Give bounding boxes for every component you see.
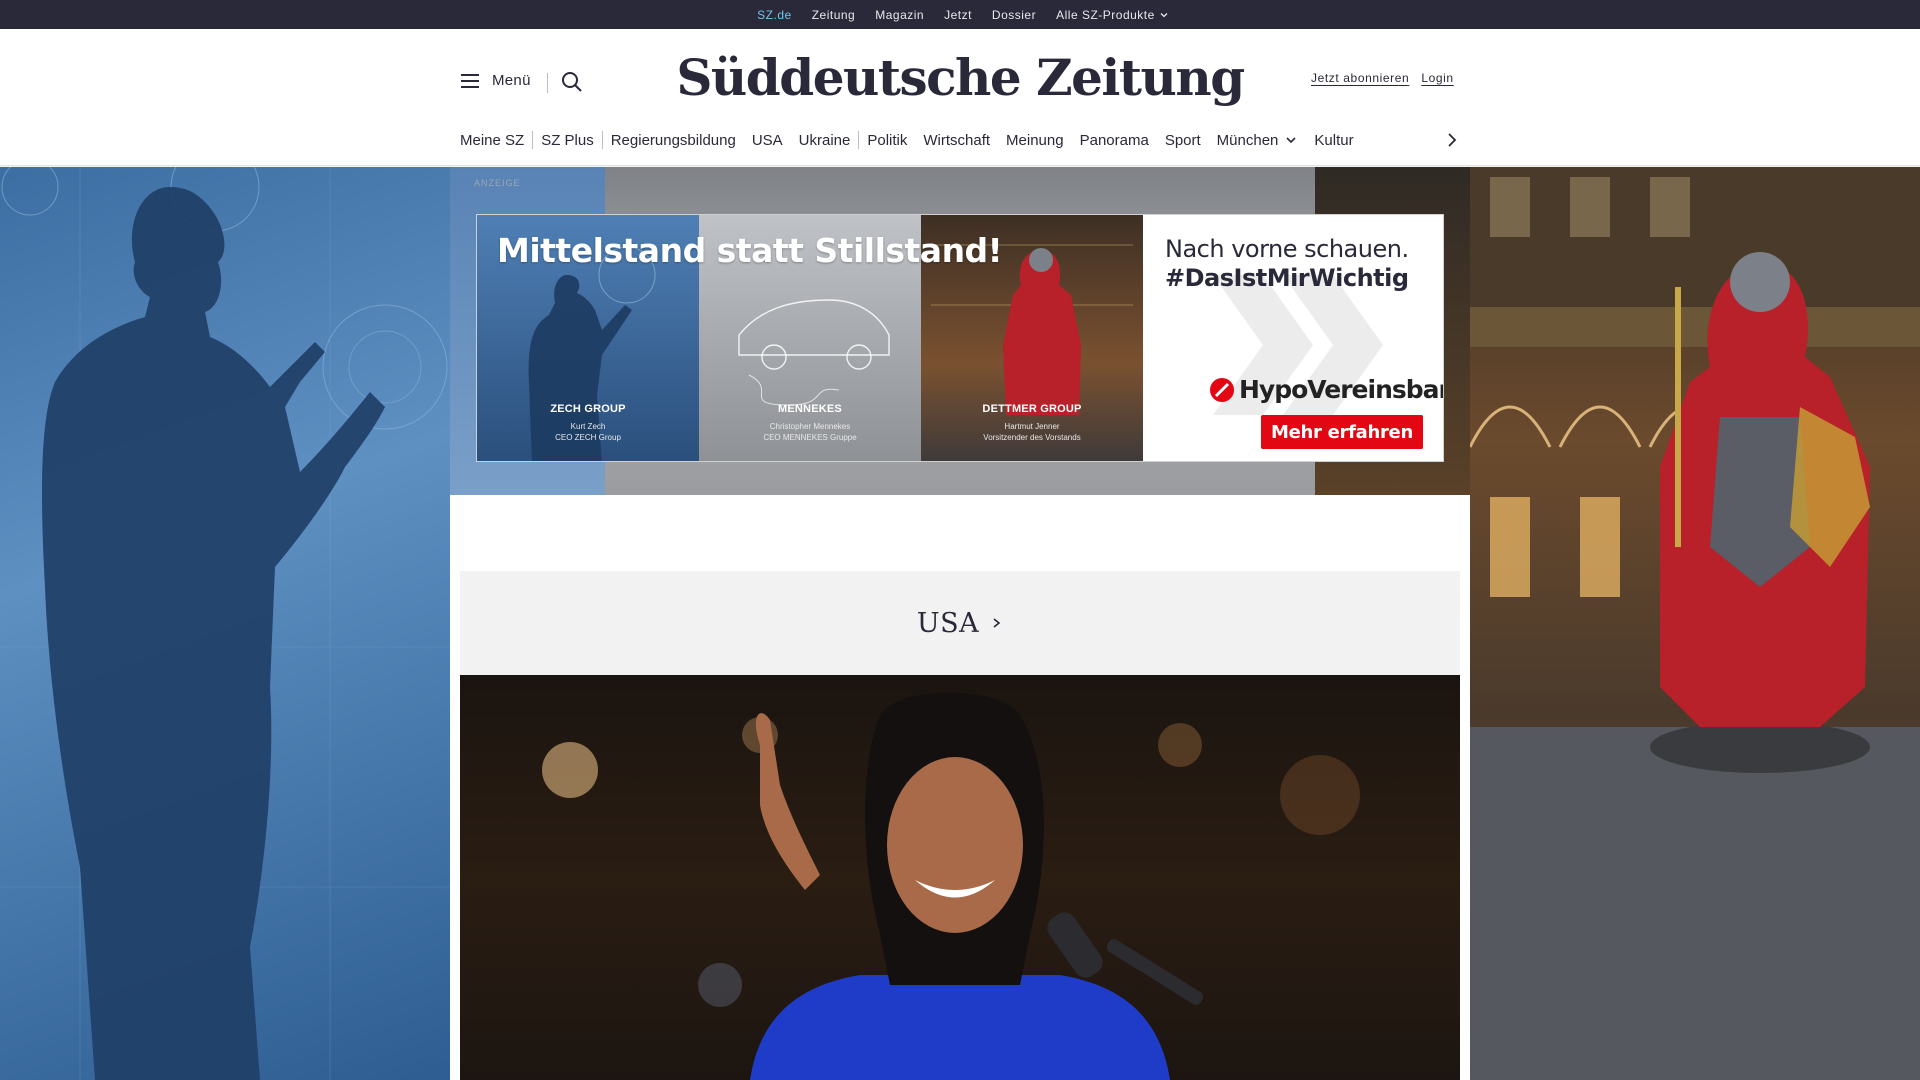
ad-brand-dettmer: DETTMER GROUP bbox=[982, 403, 1082, 415]
chevron-down-icon bbox=[1160, 12, 1168, 17]
nav-item-label: München bbox=[1216, 131, 1279, 149]
site-header: Menü Süddeutsche Zeitung Jetzt abonniere… bbox=[0, 29, 1920, 166]
product-link-label: Alle SZ-Produkte bbox=[1056, 7, 1155, 22]
nav-item-sz-plus[interactable]: SZ Plus bbox=[533, 132, 602, 149]
nav-item-politik[interactable]: Politik bbox=[859, 132, 915, 149]
ad-cta-button[interactable]: Mehr erfahren bbox=[1261, 415, 1423, 449]
product-link-label: Zeitung bbox=[811, 7, 856, 22]
hamburger-icon bbox=[461, 73, 479, 88]
ad-brand-mennekes: MENNEKES bbox=[778, 403, 842, 415]
skin-ad-left[interactable] bbox=[0, 167, 450, 1080]
menu-label: Menü bbox=[492, 72, 531, 89]
hero-photo bbox=[542, 692, 1360, 1080]
search-icon[interactable] bbox=[560, 70, 584, 94]
ad-headline: Mittelstand statt Stillstand! bbox=[497, 231, 1003, 270]
product-link-jetzt[interactable]: Jetzt bbox=[934, 8, 982, 22]
chevron-right-icon bbox=[993, 618, 1001, 628]
ad-brand-zech: ZECH GROUP bbox=[550, 403, 626, 415]
skin-ad-right[interactable] bbox=[1470, 167, 1920, 1080]
ad-person-title: Vorsitzender des Vorstands bbox=[983, 433, 1081, 442]
divider bbox=[547, 73, 548, 93]
nav-item-wirtschaft[interactable]: Wirtschaft bbox=[915, 132, 998, 149]
product-link-all-products[interactable]: Alle SZ-Produkte bbox=[1046, 8, 1179, 22]
product-link-magazin[interactable]: Magazin bbox=[865, 8, 934, 22]
chevron-right-icon[interactable] bbox=[1442, 130, 1462, 150]
main-nav: Meine SZ SZ Plus Regierungsbildung USA U… bbox=[460, 125, 1462, 155]
ad-person-mennekes: Christopher Mennekes CEO MENNEKES Gruppe bbox=[699, 421, 921, 443]
login-link[interactable]: Login bbox=[1421, 71, 1453, 85]
product-link-dossier[interactable]: Dossier bbox=[982, 8, 1046, 22]
site-logo[interactable]: Süddeutsche Zeitung bbox=[676, 43, 1245, 111]
nav-item-muenchen[interactable]: München bbox=[1209, 132, 1307, 149]
ad-label: ANZEIGE bbox=[474, 178, 521, 188]
advertiser-name: HypoVereinsbank bbox=[1239, 375, 1443, 404]
silhouette-image bbox=[0, 167, 450, 1080]
nav-item-kultur[interactable]: Kultur bbox=[1306, 132, 1361, 149]
ad-person-name: Kurt Zech bbox=[570, 422, 606, 431]
main-content: USA bbox=[450, 495, 1470, 1080]
account-links: Jetzt abonnieren Login bbox=[1311, 71, 1454, 85]
nav-item-meinung[interactable]: Meinung bbox=[998, 132, 1072, 149]
ad-tagline: Nach vorne schauen. bbox=[1165, 235, 1409, 263]
nav-item-panorama[interactable]: Panorama bbox=[1072, 132, 1157, 149]
ad-person-title: CEO ZECH Group bbox=[555, 433, 621, 442]
nav-item-regierungsbildung[interactable]: Regierungsbildung bbox=[603, 132, 744, 149]
menu-button[interactable]: Menü bbox=[460, 72, 531, 89]
ad-banner[interactable]: ZECH GROUP Kurt Zech CEO ZECH Group MENN… bbox=[476, 214, 1444, 462]
product-link-label: Jetzt bbox=[944, 7, 972, 22]
product-link-sz[interactable]: SZ.de bbox=[747, 8, 802, 22]
section-header-usa[interactable]: USA bbox=[460, 571, 1460, 675]
ad-person-zech: Kurt Zech CEO ZECH Group bbox=[477, 421, 699, 443]
product-link-label: Magazin bbox=[875, 7, 925, 22]
ad-person-name: Christopher Mennekes bbox=[769, 422, 851, 431]
roland-statue-image bbox=[1470, 167, 1920, 1080]
nav-item-sport[interactable]: Sport bbox=[1157, 132, 1209, 149]
ad-person-dettmer: Hartmut Jenner Vorsitzender des Vorstand… bbox=[921, 421, 1143, 443]
subscribe-link[interactable]: Jetzt abonnieren bbox=[1311, 71, 1409, 85]
product-link-label: Dossier bbox=[991, 7, 1037, 22]
ad-hashtag: #DasIstMirWichtig bbox=[1165, 264, 1409, 292]
product-bar: SZ.de Zeitung Magazin Jetzt Dossier Alle… bbox=[0, 0, 1920, 29]
ad-person-name: Hartmut Jenner bbox=[1004, 422, 1060, 431]
chevron-down-icon bbox=[1286, 137, 1296, 144]
product-link-label: SZ.de bbox=[757, 7, 792, 22]
ad-panel-hvb: Nach vorne schauen. #DasIstMirWichtig Hy… bbox=[1143, 215, 1443, 461]
hvb-logo-icon bbox=[1210, 377, 1234, 402]
product-link-zeitung[interactable]: Zeitung bbox=[802, 8, 866, 22]
ad-person-title: CEO MENNEKES Gruppe bbox=[763, 433, 857, 442]
nav-item-usa[interactable]: USA bbox=[744, 132, 791, 149]
nav-item-meine-sz[interactable]: Meine SZ bbox=[460, 132, 532, 149]
nav-item-ukraine[interactable]: Ukraine bbox=[791, 132, 859, 149]
section-title: USA bbox=[916, 607, 980, 639]
logo-text: Süddeutsche Zeitung bbox=[676, 47, 1245, 107]
hero-image[interactable] bbox=[460, 675, 1460, 1080]
hvb-logo: HypoVereinsbank bbox=[1209, 375, 1443, 404]
